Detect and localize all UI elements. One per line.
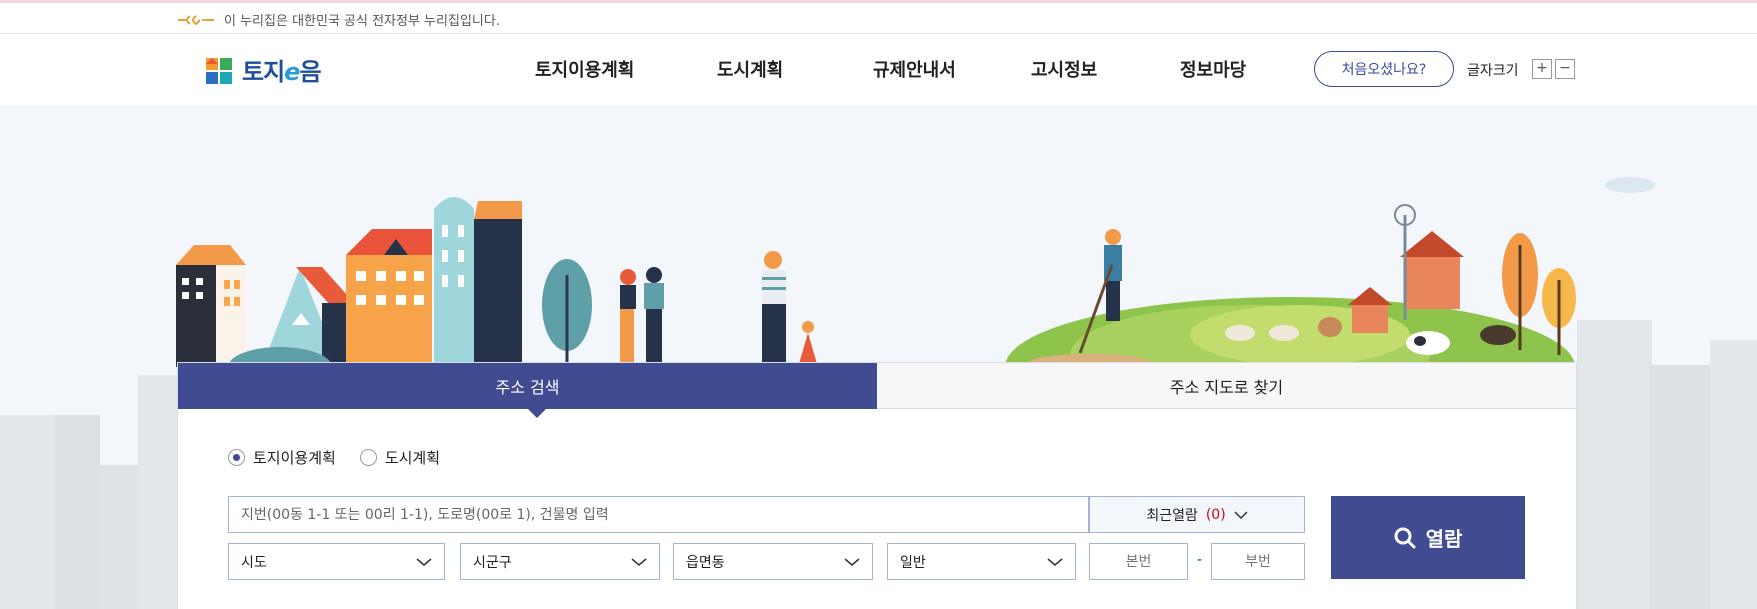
tab-map-search[interactable]: 주소 지도로 찾기	[877, 363, 1576, 409]
nav-item-notice-info[interactable]: 고시정보	[1031, 56, 1097, 82]
chevron-down-icon	[1234, 510, 1248, 519]
radio-unchecked-icon	[359, 449, 377, 466]
font-size-plus-button[interactable]: +	[1532, 59, 1552, 79]
sub-lot-number-input[interactable]	[1211, 543, 1305, 580]
eupmyeondong-select-value: 읍면동	[686, 554, 725, 571]
sido-select[interactable]: 시도	[228, 543, 445, 580]
sido-select-value: 시도	[241, 554, 267, 571]
search-tabs: 주소 검색 주소 지도로 찾기	[178, 363, 1576, 418]
eupmyeondong-select[interactable]: 읍면동	[673, 543, 873, 580]
view-button[interactable]: 열람	[1331, 496, 1525, 579]
radio-label: 도시계획	[384, 449, 441, 467]
nav-item-urban-plan[interactable]: 도시계획	[717, 56, 783, 82]
nav-item-land-use-plan[interactable]: 토지이용계획	[535, 56, 634, 82]
gov-banner-text: 이 누리집은 대한민국 공식 전자정부 누리집입니다.	[224, 14, 500, 29]
chevron-down-icon	[631, 557, 647, 566]
lot-type-select[interactable]: 일반	[887, 543, 1076, 580]
gov-banner: 이 누리집은 대한민국 공식 전자정부 누리집입니다.	[0, 0, 1757, 34]
view-button-label: 열람	[1425, 527, 1463, 551]
nav-item-info-square[interactable]: 정보마당	[1180, 56, 1246, 82]
eg-emblem-icon	[178, 14, 214, 25]
recent-view-dropdown[interactable]: 최근열람 (0)	[1089, 496, 1305, 533]
radio-checked-icon	[228, 449, 245, 466]
tab-address-search[interactable]: 주소 검색	[178, 363, 877, 418]
chevron-down-icon	[416, 557, 432, 566]
chevron-down-icon	[1047, 557, 1063, 566]
font-size-minus-button[interactable]: −	[1555, 59, 1575, 79]
main-lot-number-input[interactable]	[1089, 543, 1188, 580]
sigungu-select-value: 시군구	[473, 554, 512, 571]
lot-number-dash: -	[1197, 552, 1203, 568]
chevron-down-icon	[844, 557, 860, 566]
sigungu-select[interactable]: 시군구	[460, 543, 660, 580]
recent-view-count: (0)	[1205, 506, 1226, 523]
site-header: 토지e음 토지이용계획 도시계획 규제안내서 고시정보 정보마당 처음오셨나요?…	[0, 34, 1757, 105]
plan-type-radios: 토지이용계획 도시계획	[228, 447, 440, 468]
first-visit-button[interactable]: 처음오셨나요?	[1314, 51, 1454, 87]
search-icon	[1394, 527, 1416, 548]
nav-item-regulation-guide[interactable]: 규제안내서	[873, 56, 956, 82]
radio-land-use-plan[interactable]: 토지이용계획	[228, 447, 336, 468]
font-size-label: 글자크기	[1467, 63, 1519, 79]
radio-label: 토지이용계획	[253, 449, 336, 467]
lot-type-select-value: 일반	[900, 554, 926, 571]
radio-urban-plan[interactable]: 도시계획	[359, 447, 441, 468]
search-panel: 주소 검색 주소 지도로 찾기 토지이용계획 도시계획 최근열람 (0) 시도 …	[177, 362, 1577, 609]
address-search-input[interactable]	[228, 496, 1089, 533]
recent-view-label: 최근열람	[1146, 507, 1198, 524]
